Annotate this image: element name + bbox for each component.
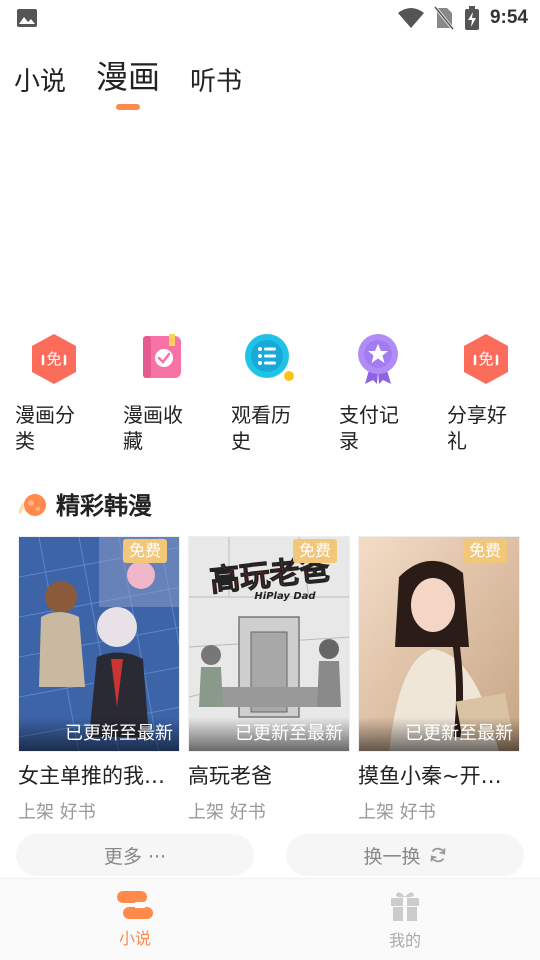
shortcut-share-gift[interactable]: 免 分享好礼 (432, 332, 540, 454)
comic-cover: 高玩老爸 HiPlay Dad 免费 已更新至最新 (188, 536, 350, 752)
update-status: 已更新至最新 (189, 717, 349, 751)
history-list-icon (245, 334, 294, 381)
cover-subtitle: HiPlay Dad (254, 591, 316, 602)
battery-charging-icon (464, 6, 479, 30)
status-bar: 9:54 (0, 0, 540, 36)
tab-comic[interactable]: 漫画 (96, 52, 160, 110)
comet-icon (18, 493, 46, 516)
shortcut-comic-category[interactable]: 免 漫画分类 (0, 332, 108, 454)
shortcut-grid: 免 漫画分类 漫画收藏 观看历史 支付记录 免 分享好礼 (0, 332, 540, 454)
svg-text:免: 免 (46, 350, 61, 368)
comic-title: 高玩老爸 (188, 764, 272, 788)
comic-title: 女主单推的我… (18, 764, 165, 788)
section-title: 精彩韩漫 (56, 492, 152, 520)
bookmark-book-icon (143, 334, 181, 378)
free-hexagon-icon: 免 (32, 334, 76, 384)
active-tab-indicator (116, 104, 141, 110)
free-hexagon-icon: 免 (464, 334, 508, 384)
status-time: 9:54 (489, 7, 528, 28)
gallery-notification-icon (17, 9, 37, 27)
top-tabs: 小说 漫画 听书 (14, 52, 242, 110)
books-icon (117, 891, 153, 919)
svg-text:免: 免 (478, 350, 493, 368)
comic-card[interactable]: 高玩老爸 HiPlay Dad 免费 已更新至最新 高玩老爸 上架 好书 (188, 536, 350, 824)
section-actions: 更多 ··· 换一换 (16, 834, 524, 876)
tab-audiobook[interactable]: 听书 (190, 61, 242, 98)
update-status: 已更新至最新 (359, 717, 519, 751)
refresh-icon (430, 847, 445, 863)
gift-icon (391, 892, 419, 921)
no-sim-icon (433, 6, 454, 30)
comic-tag: 上架 好书 (18, 802, 96, 823)
shortcut-payment-records[interactable]: 支付记录 (324, 332, 432, 454)
refresh-button[interactable]: 换一换 (286, 834, 524, 876)
section-header: 精彩韩漫 (18, 486, 152, 521)
tab-novel[interactable]: 小说 (14, 61, 66, 98)
comic-card[interactable]: 免费 已更新至最新 女主单推的我… 上架 好书 (18, 536, 180, 824)
free-badge: 免费 (292, 539, 337, 563)
bottom-navigation: 小说 我的 (0, 878, 540, 960)
free-badge: 免费 (122, 539, 167, 563)
shortcut-watch-history[interactable]: 观看历史 (216, 332, 324, 454)
free-badge: 免费 (462, 539, 507, 563)
comic-title: 摸鱼小秦~开… (358, 764, 502, 788)
wifi-icon (397, 8, 424, 28)
comic-tag: 上架 好书 (188, 802, 266, 823)
nav-novel[interactable]: 小说 (0, 879, 270, 960)
shortcut-comic-favorites[interactable]: 漫画收藏 (108, 332, 216, 454)
comic-card[interactable]: 免费 已更新至最新 摸鱼小秦~开… 上架 好书 (358, 536, 520, 824)
comic-card-list: 免费 已更新至最新 女主单推的我… 上架 好书 高玩老爸 HiPlay Dad (18, 536, 520, 824)
comic-tag: 上架 好书 (358, 802, 436, 823)
badge-star-icon (358, 334, 398, 384)
more-button[interactable]: 更多 ··· (16, 834, 254, 876)
comic-cover: 免费 已更新至最新 (18, 536, 180, 752)
update-status: 已更新至最新 (19, 717, 179, 751)
nav-mine[interactable]: 我的 (270, 879, 540, 960)
comic-cover: 免费 已更新至最新 (358, 536, 520, 752)
